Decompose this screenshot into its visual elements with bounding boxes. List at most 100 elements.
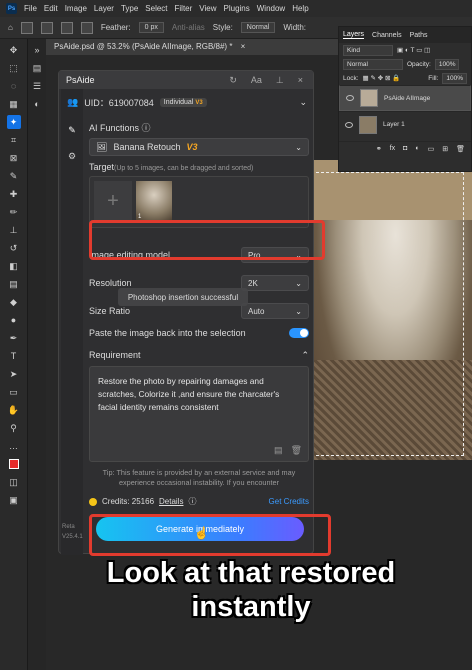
gear-icon[interactable]: ⚙	[65, 149, 79, 163]
type-tool-icon[interactable]: T	[7, 349, 21, 363]
selection-subtract-icon[interactable]	[60, 21, 73, 34]
panel-collapse-icon[interactable]: »	[30, 43, 44, 57]
style-select[interactable]: Normal	[240, 22, 276, 33]
menu-help[interactable]: Help	[292, 4, 308, 13]
antialias-checkbox[interactable]: Anti-alias	[172, 23, 205, 32]
brush-tool-icon[interactable]: ✏	[7, 205, 21, 219]
healing-tool-icon[interactable]: ✚	[7, 187, 21, 201]
new-layer-icon[interactable]: ⊞	[442, 145, 448, 153]
more-tools-icon[interactable]: …	[7, 439, 21, 453]
resolution-select[interactable]: 2K ⌄	[241, 275, 309, 291]
hand-tool-icon[interactable]: ✋	[7, 403, 21, 417]
requirement-textarea[interactable]: Restore the photo by repairing damages a…	[89, 366, 309, 462]
eyedropper-tool-icon[interactable]: ✎	[7, 169, 21, 183]
lock-label: Lock:	[343, 74, 359, 82]
chevron-up-icon[interactable]: ⌃	[301, 350, 309, 361]
function-name: Banana Retouch	[113, 142, 181, 152]
chevron-down-icon[interactable]: ⌄	[299, 97, 307, 108]
adjustments-panel-icon[interactable]: ◐	[30, 97, 44, 111]
home-icon[interactable]: ⌂	[8, 23, 13, 32]
menu-view[interactable]: View	[199, 4, 216, 13]
add-mask-icon[interactable]: ◘	[403, 145, 407, 152]
menu-image[interactable]: Image	[65, 4, 87, 13]
menu-file[interactable]: File	[24, 4, 37, 13]
fill-input[interactable]: 100%	[442, 72, 467, 84]
tab-channels[interactable]: Channels	[372, 32, 402, 39]
trash-icon[interactable]: 🗑	[456, 145, 465, 153]
menu-layer[interactable]: Layer	[94, 4, 114, 13]
fx-icon[interactable]: fx	[390, 145, 395, 152]
layer-thumbnail	[359, 115, 377, 134]
function-select[interactable]: 🖼 Banana Retouch V3 ⌄	[89, 138, 309, 156]
lock-icons[interactable]: ▦ ✎ ✥ ⊠ 🔒	[363, 74, 401, 82]
document-tab-close[interactable]: ×	[241, 42, 246, 51]
menu-type[interactable]: Type	[121, 4, 138, 13]
ai-tool-icon[interactable]: ✦	[6, 115, 21, 129]
screen-mode-icon[interactable]: ▣	[7, 493, 21, 507]
selection-add-icon[interactable]	[40, 21, 53, 34]
prompt-library-icon[interactable]: ▤	[274, 444, 283, 457]
font-size-icon[interactable]: Aa	[251, 75, 262, 86]
dodge-tool-icon[interactable]: ●	[7, 313, 21, 327]
feather-input[interactable]: 0 px	[138, 22, 164, 33]
zoom-tool-icon[interactable]: ⚲	[7, 421, 21, 435]
secondary-tools-panel: » ▤ ☰ ◐	[28, 39, 46, 670]
close-icon[interactable]: ×	[298, 75, 303, 86]
size-select[interactable]: Auto ⌄	[241, 303, 309, 319]
blur-tool-icon[interactable]: ◆	[7, 295, 21, 309]
opacity-input[interactable]: 100%	[434, 58, 460, 70]
visibility-eye-icon[interactable]	[345, 121, 353, 128]
layer-row[interactable]: Layer 1	[339, 111, 471, 137]
adjustment-layer-icon[interactable]: ◐	[415, 145, 419, 152]
edit-icon[interactable]: ✎	[65, 123, 79, 137]
foreground-color-swatch[interactable]	[7, 457, 21, 471]
menu-select[interactable]: Select	[145, 4, 167, 13]
credits-text: Credits: 25166	[102, 497, 155, 506]
layer-row[interactable]: PsAide AIImage	[339, 85, 471, 111]
shape-tool-icon[interactable]: ▭	[7, 385, 21, 399]
move-tool-icon[interactable]: ✥	[7, 43, 21, 57]
gradient-tool-icon[interactable]: ▤	[7, 277, 21, 291]
frame-tool-icon[interactable]: ⊠	[7, 151, 21, 165]
menu-edit[interactable]: Edit	[44, 4, 58, 13]
target-thumbnail[interactable]: 1	[136, 181, 172, 221]
stamp-tool-icon[interactable]: ⊥	[7, 223, 21, 237]
menu-filter[interactable]: Filter	[175, 4, 193, 13]
crop-tool-icon[interactable]: ⌗	[7, 133, 21, 147]
visibility-eye-icon[interactable]	[346, 95, 354, 101]
blend-mode-select[interactable]: Normal	[343, 58, 403, 70]
eraser-tool-icon[interactable]: ◧	[7, 259, 21, 273]
tab-layers[interactable]: Layers	[343, 31, 365, 39]
kind-filter-select[interactable]: Kind	[343, 44, 393, 56]
get-credits-link[interactable]: Get Credits	[269, 497, 309, 506]
pin-icon[interactable]: ⊥	[276, 75, 284, 86]
tab-paths[interactable]: Paths	[410, 32, 428, 39]
history-brush-tool-icon[interactable]: ↺	[7, 241, 21, 255]
details-link[interactable]: Details	[159, 497, 183, 506]
history-panel-icon[interactable]: ▤	[30, 61, 44, 75]
requirement-row[interactable]: Requirement ⌃	[89, 344, 309, 366]
pen-tool-icon[interactable]: ✒	[7, 331, 21, 345]
lock-row: Lock: ▦ ✎ ✥ ⊠ 🔒 Fill: 100%	[339, 71, 471, 85]
link-layers-icon[interactable]: ⚭	[376, 145, 382, 153]
lasso-tool-icon[interactable]: ◌	[7, 79, 21, 93]
menu-window[interactable]: Window	[257, 4, 285, 13]
trash-icon[interactable]: 🗑	[291, 444, 302, 457]
document-tab[interactable]: PsAide.psd @ 53.2% (PsAide AIImage, RGB/…	[46, 39, 340, 55]
add-image-button[interactable]: +	[94, 181, 132, 221]
marquee-tool-icon[interactable]: ⬚	[7, 61, 21, 75]
selection-new-icon[interactable]	[20, 21, 33, 34]
menu-plugins[interactable]: Plugins	[224, 4, 250, 13]
quick-mask-icon[interactable]: ◫	[7, 475, 21, 489]
filter-icons[interactable]: ▣ ◐ T ▭ ◫	[397, 46, 430, 54]
blend-row: Normal Opacity: 100%	[339, 57, 471, 71]
refresh-icon[interactable]: ↻	[229, 75, 237, 86]
new-group-icon[interactable]: ▭	[428, 145, 435, 153]
paste-toggle[interactable]	[289, 328, 309, 338]
properties-panel-icon[interactable]: ☰	[30, 79, 44, 93]
panel-content: AI Functions ⓘ 🖼 Banana Retouch V3 ⌄ Tar…	[89, 115, 309, 507]
selection-intersect-icon[interactable]	[80, 21, 93, 34]
object-select-tool-icon[interactable]: ▦	[7, 97, 21, 111]
paste-label: Paste the image back into the selection	[89, 328, 246, 338]
path-select-tool-icon[interactable]: ➤	[7, 367, 21, 381]
